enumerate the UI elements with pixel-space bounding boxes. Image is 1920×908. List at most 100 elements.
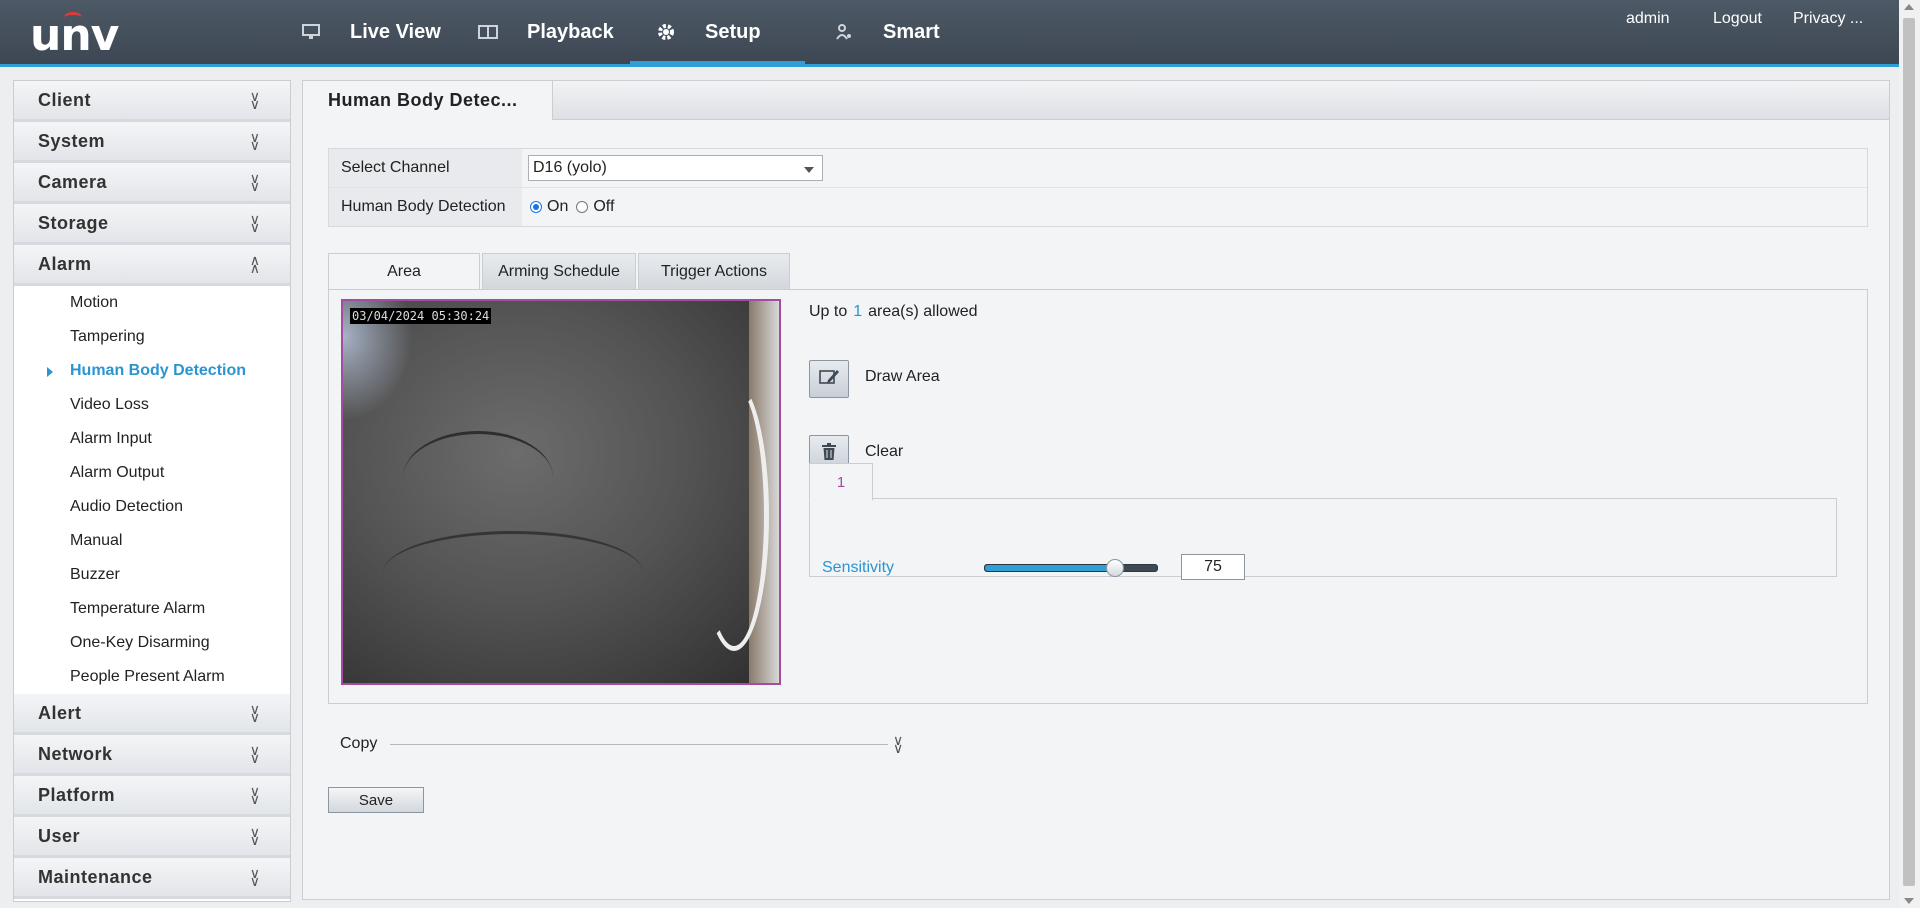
tab-label: Trigger Actions <box>660 263 768 280</box>
tab-arming-schedule[interactable]: Arming Schedule <box>482 253 636 291</box>
detection-toggle-row: Human Body Detection On Off <box>329 188 1867 226</box>
detection-off-radio[interactable]: Off <box>576 198 614 216</box>
nav-playback[interactable]: Playback <box>477 0 614 64</box>
sidebar-item-label: Human Body Detection <box>70 362 247 379</box>
select-channel-row: Select Channel D16 (yolo) <box>329 149 1867 188</box>
clear-label[interactable]: Clear <box>865 443 903 461</box>
settings-tabs: Area Arming Schedule Trigger Actions <box>328 253 792 291</box>
nav-smart[interactable]: Smart <box>833 0 940 64</box>
sidebar-section-client[interactable]: Client ∨ ∨ <box>14 81 290 122</box>
privacy-link[interactable]: Privacy ... <box>1793 10 1863 28</box>
allowed-count: 1 <box>853 303 863 320</box>
section-label: Camera <box>38 171 108 192</box>
sidebar-item-tampering[interactable]: Tampering <box>14 320 290 354</box>
current-user: admin <box>1626 10 1670 27</box>
allowed-areas-text: Up to 1 area(s) allowed <box>809 303 978 321</box>
sidebar-section-user[interactable]: User ∨ ∨ <box>14 817 290 858</box>
sidebar-section-storage[interactable]: Storage ∨ ∨ <box>14 204 290 245</box>
scroll-up-arrow-icon[interactable] <box>1904 4 1914 10</box>
active-arrow-icon <box>47 367 53 377</box>
sidebar-item-label: Temperature Alarm <box>70 600 206 617</box>
video-cable <box>699 381 769 651</box>
sensitivity-value-input[interactable]: 75 <box>1181 554 1245 580</box>
allowed-suffix: area(s) allowed <box>868 303 978 320</box>
channel-select[interactable]: D16 (yolo) <box>528 155 823 181</box>
page-scrollbar[interactable] <box>1899 0 1920 908</box>
scrollbar-thumb[interactable] <box>1903 18 1915 886</box>
sidebar-section-system[interactable]: System ∨ ∨ <box>14 122 290 163</box>
sensitivity-label: Sensitivity <box>822 559 895 576</box>
nav-label: Playback <box>527 20 614 43</box>
scroll-down-arrow-icon[interactable] <box>1904 898 1914 904</box>
sidebar-section-alarm[interactable]: Alarm ∧ ∧ <box>14 245 290 286</box>
sidebar-item-alarm-input[interactable]: Alarm Input <box>14 422 290 456</box>
chevron-down-icon: ∨ ∨ <box>249 742 260 766</box>
draw-area-label[interactable]: Draw Area <box>865 368 940 386</box>
sidebar-item-video-loss[interactable]: Video Loss <box>14 388 290 422</box>
sensitivity-slider[interactable] <box>984 559 1158 577</box>
sidebar-section-camera[interactable]: Camera ∨ ∨ <box>14 163 290 204</box>
slider-fill <box>985 565 1114 571</box>
sidebar-section-alert[interactable]: Alert ∨ ∨ <box>14 694 290 735</box>
sidebar-item-audio-detection[interactable]: Audio Detection <box>14 490 290 524</box>
sidebar-section-platform[interactable]: Platform ∨ ∨ <box>14 776 290 817</box>
gear-icon <box>655 21 677 43</box>
save-button[interactable]: Save <box>328 787 424 813</box>
radio-unselected-icon <box>576 201 589 213</box>
sidebar-item-motion[interactable]: Motion <box>14 286 290 320</box>
sidebar-item-buzzer[interactable]: Buzzer <box>14 558 290 592</box>
detection-settings-form: Select Channel D16 (yolo) Human Body Det… <box>328 148 1868 227</box>
nav-live-view[interactable]: Live View <box>300 0 441 64</box>
active-nav-underline <box>630 61 805 64</box>
slider-handle[interactable] <box>1106 559 1124 577</box>
section-label: Storage <box>38 212 109 233</box>
copy-label[interactable]: Copy <box>340 735 377 753</box>
sidebar-item-one-key-disarming[interactable]: One-Key Disarming <box>14 626 290 660</box>
tab-area[interactable]: Area <box>328 253 480 291</box>
section-label: User <box>38 825 81 846</box>
nav-setup[interactable]: Setup <box>655 0 761 64</box>
sidebar-section-maintenance[interactable]: Maintenance ∨ ∨ <box>14 858 290 899</box>
sidebar-item-label: Manual <box>70 532 123 549</box>
detection-on-radio[interactable]: On <box>530 198 568 216</box>
tab-trigger-actions[interactable]: Trigger Actions <box>638 253 790 291</box>
select-channel-label: Select Channel <box>329 149 522 187</box>
chevron-down-icon[interactable]: ∨ ∨ <box>893 733 903 755</box>
sidebar-item-alarm-output[interactable]: Alarm Output <box>14 456 290 490</box>
area-tab-label: 1 <box>836 473 846 491</box>
sidebar-item-people-present-alarm[interactable]: People Present Alarm <box>14 660 290 694</box>
sidebar-item-manual[interactable]: Manual <box>14 524 290 558</box>
section-label: System <box>38 130 106 151</box>
nav-label: Live View <box>350 20 441 43</box>
page-title: Human Body Detec... <box>303 81 553 120</box>
live-video-preview[interactable]: 03/04/2024 05:30:24 <box>341 299 781 685</box>
draw-area-button[interactable] <box>809 360 849 398</box>
detection-label: Human Body Detection <box>329 188 522 226</box>
monitor-icon <box>300 21 322 43</box>
sidebar-item-label: Audio Detection <box>70 498 183 515</box>
sidebar-section-network[interactable]: Network ∨ ∨ <box>14 735 290 776</box>
draw-pencil-icon <box>818 367 840 392</box>
section-label: Alarm <box>38 253 92 274</box>
video-fabric-fold <box>383 531 643 614</box>
sidebar-item-label: Motion <box>70 294 119 311</box>
sidebar-item-label: Tampering <box>70 328 145 345</box>
video-timestamp: 03/04/2024 05:30:24 <box>350 308 492 324</box>
main-panel: Human Body Detec... Select Channel D16 (… <box>302 80 1890 900</box>
sidebar-item-human-body-detection[interactable]: Human Body Detection <box>14 354 290 388</box>
video-fabric-fold <box>403 431 553 524</box>
chevron-down-icon: ∨ ∨ <box>249 170 260 194</box>
radio-selected-icon <box>530 201 542 213</box>
area-tab-1[interactable]: 1 <box>809 463 873 501</box>
logout-link[interactable]: Logout <box>1713 10 1762 28</box>
area-tab-panel: 03/04/2024 05:30:24 Up to 1 area(s) allowe… <box>328 289 1868 704</box>
section-label: Network <box>38 743 113 764</box>
sidebar-item-temperature-alarm[interactable]: Temperature Alarm <box>14 592 290 626</box>
nav-label: Smart <box>883 20 940 43</box>
chevron-down-icon: ∨ ∨ <box>249 701 260 725</box>
chevron-down-icon: ∨ ∨ <box>249 865 260 889</box>
top-navigation-bar: unv Live View Playback Setup Smart admin… <box>0 0 1899 67</box>
allowed-prefix: Up to <box>809 303 848 320</box>
chevron-down-icon: ∨ ∨ <box>249 88 260 112</box>
chevron-down-icon: ∨ ∨ <box>249 824 260 848</box>
